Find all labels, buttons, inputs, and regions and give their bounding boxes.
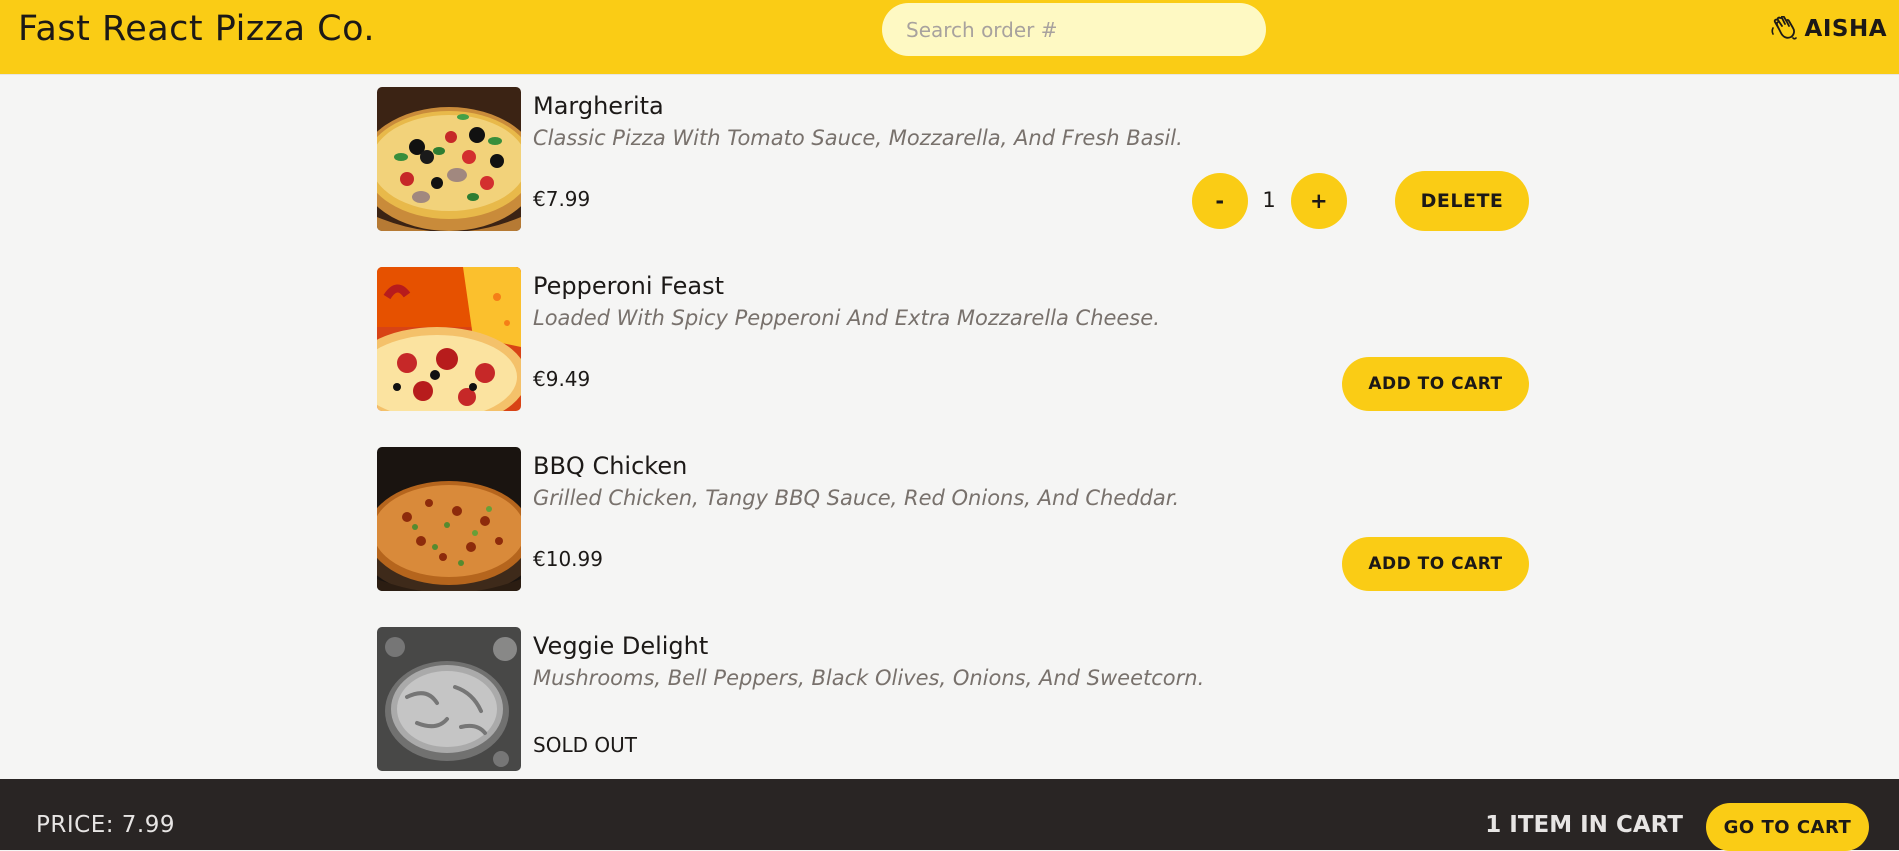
item-price: €10.99 xyxy=(533,547,603,571)
item-name: Margherita xyxy=(533,92,664,120)
item-description: Classic Pizza With Tomato Sauce, Mozzare… xyxy=(533,126,1183,150)
decrease-quantity-button[interactable]: - xyxy=(1192,173,1248,229)
delete-item-button[interactable]: DELETE xyxy=(1395,171,1529,231)
item-quantity: 1 xyxy=(1262,188,1276,212)
cart-overview: PRICE: 7.99 1 ITEM IN CART GO TO CART xyxy=(0,779,1899,851)
go-to-cart-link[interactable]: GO TO CART xyxy=(1706,803,1869,851)
pizza-image xyxy=(377,267,521,411)
menu-list: Margherita Classic Pizza With Tomato Sau… xyxy=(377,76,1529,796)
pizza-image xyxy=(377,87,521,231)
app-logo[interactable]: Fast React Pizza Co. xyxy=(18,9,375,49)
item-description: Loaded With Spicy Pepperoni And Extra Mo… xyxy=(533,306,1160,330)
sold-out-label: SOLD OUT xyxy=(533,733,637,757)
user-name: AISHA xyxy=(1804,16,1887,42)
item-description: Mushrooms, Bell Peppers, Black Olives, O… xyxy=(533,666,1205,690)
item-name: Pepperoni Feast xyxy=(533,272,725,300)
menu-item: Veggie Delight Mushrooms, Bell Peppers, … xyxy=(377,616,1529,796)
menu-item: BBQ Chicken Grilled Chicken, Tangy BBQ S… xyxy=(377,436,1529,616)
pizza-image xyxy=(377,627,521,771)
item-name: Veggie Delight xyxy=(533,632,709,660)
add-to-cart-button[interactable]: ADD TO CART xyxy=(1342,357,1529,411)
cart-item-count: 1 ITEM IN CART xyxy=(1485,812,1683,838)
cart-price: PRICE: 7.99 xyxy=(36,812,175,838)
menu-item: Margherita Classic Pizza With Tomato Sau… xyxy=(377,76,1529,256)
search-order-input[interactable] xyxy=(882,3,1266,56)
add-to-cart-button[interactable]: ADD TO CART xyxy=(1342,537,1529,591)
menu-item: Pepperoni Feast Loaded With Spicy Pepper… xyxy=(377,256,1529,436)
pizza-image xyxy=(377,447,521,591)
item-name: BBQ Chicken xyxy=(533,452,688,480)
app-header: Fast React Pizza Co. AISHA xyxy=(0,0,1899,75)
item-description: Grilled Chicken, Tangy BBQ Sauce, Red On… xyxy=(533,486,1180,510)
item-price: €7.99 xyxy=(533,187,591,211)
user-display: AISHA xyxy=(1770,16,1887,42)
item-price: €9.49 xyxy=(533,367,591,391)
increase-quantity-button[interactable]: + xyxy=(1291,173,1347,229)
waving-hand-icon xyxy=(1770,16,1797,42)
